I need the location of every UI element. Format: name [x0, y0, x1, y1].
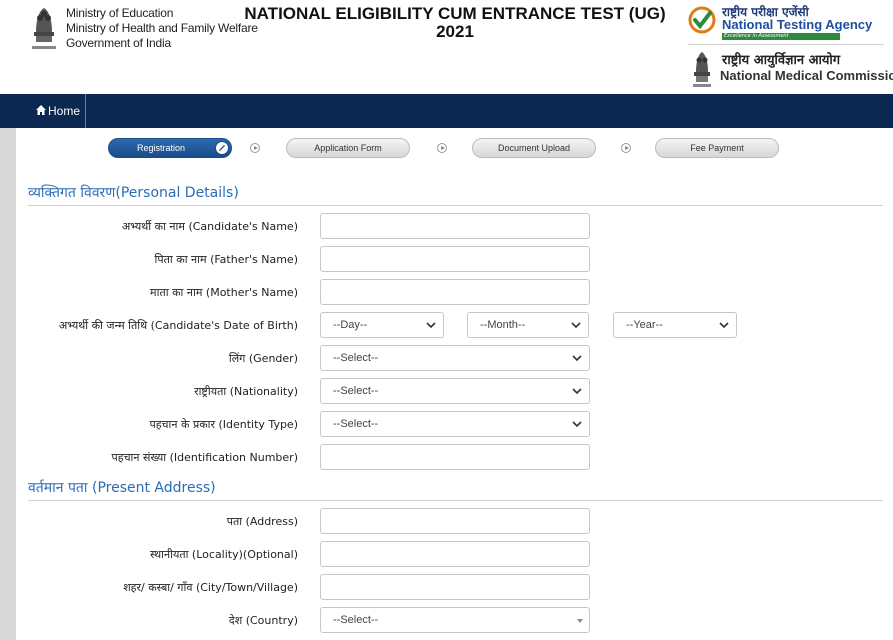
gender-select[interactable]: --Select--	[320, 345, 590, 371]
candidate-name-input[interactable]	[320, 213, 590, 239]
chevron-down-icon	[719, 322, 729, 329]
step-registration-label: Registration	[137, 143, 186, 153]
chevron-down-icon	[572, 421, 582, 428]
site-header: Ministry of Education Ministry of Health…	[0, 0, 893, 94]
dob-day-select[interactable]: --Day--	[320, 312, 444, 338]
arrow-right-icon	[437, 143, 447, 153]
address-input[interactable]	[320, 508, 590, 534]
nmc-name: National Medical Commission	[720, 68, 893, 83]
dob-year-value: --Year--	[626, 319, 663, 331]
father-name-label: पिता का नाम (Father's Name)	[154, 253, 298, 266]
address-label: पता (Address)	[226, 515, 298, 528]
personal-details-heading: व्यक्तिगत विवरण(Personal Details)	[28, 185, 239, 201]
identity-type-value: --Select--	[333, 418, 379, 430]
nav-home-link[interactable]: Home	[0, 94, 86, 128]
nationality-value: --Select--	[333, 385, 379, 397]
candidate-name-label: अभ्यर्थी का नाम (Candidate's Name)	[121, 220, 298, 233]
left-gutter	[0, 128, 16, 640]
identity-type-select[interactable]: --Select--	[320, 411, 590, 437]
arrow-right-icon	[621, 143, 631, 153]
page-title-line-1: NATIONAL ELIGIBILITY CUM ENTRANCE TEST (…	[244, 4, 666, 23]
country-label: देश (Country)	[228, 614, 298, 627]
nmc-hindi-name: राष्ट्रीय आयुर्विज्ञान आयोग	[722, 53, 841, 68]
dob-year-select[interactable]: --Year--	[613, 312, 737, 338]
city-input[interactable]	[320, 574, 590, 600]
father-name-input[interactable]	[320, 246, 590, 272]
identification-number-input[interactable]	[320, 444, 590, 470]
national-emblem-icon	[32, 8, 56, 49]
mother-name-label: माता का नाम (Mother's Name)	[150, 286, 298, 299]
dob-month-select[interactable]: --Month--	[467, 312, 589, 338]
country-select[interactable]: --Select--	[320, 607, 590, 633]
nta-tagline: Excellence in Assessment	[722, 33, 840, 40]
step-registration[interactable]: Registration	[108, 138, 232, 158]
present-address-heading: वर्तमान पता (Present Address)	[28, 480, 216, 496]
gender-value: --Select--	[333, 352, 379, 364]
chevron-down-icon	[426, 322, 436, 329]
chevron-down-icon	[572, 355, 582, 362]
step-application-form-label: Application Form	[314, 143, 382, 153]
step-fee-payment[interactable]: Fee Payment	[655, 138, 779, 158]
step-document-upload-label: Document Upload	[497, 143, 571, 153]
chevron-down-icon	[572, 388, 582, 395]
chevron-down-icon	[571, 322, 581, 329]
ministry-names: Ministry of Education Ministry of Health…	[66, 6, 258, 51]
locality-input[interactable]	[320, 541, 590, 567]
dob-label: अभ्यर्थी की जन्म तिथि (Candidate's Date …	[58, 319, 298, 332]
dob-month-value: --Month--	[480, 319, 526, 331]
section-divider	[28, 205, 883, 206]
identity-type-label: पहचान के प्रकार (Identity Type)	[149, 418, 298, 431]
ministry-line-1: Ministry of Education	[66, 6, 174, 20]
chevron-down-icon	[577, 619, 583, 623]
country-value: --Select--	[333, 614, 379, 626]
arrow-right-icon	[250, 143, 260, 153]
gender-label: लिंग (Gender)	[228, 352, 298, 365]
ministry-line-2: Ministry of Health and Family Welfare	[66, 21, 258, 35]
step-fee-payment-label: Fee Payment	[690, 143, 744, 153]
step-document-upload[interactable]: Document Upload	[472, 138, 596, 158]
nationality-select[interactable]: --Select--	[320, 378, 590, 404]
step-application-form[interactable]: Application Form	[286, 138, 410, 158]
identification-number-label: पहचान संख्या (Identification Number)	[111, 451, 298, 464]
header-divider	[688, 44, 884, 45]
mother-name-input[interactable]	[320, 279, 590, 305]
check-icon	[215, 141, 229, 155]
page-title-line-2: 2021	[436, 22, 474, 41]
navbar: Home	[0, 94, 893, 128]
dob-day-value: --Day--	[333, 319, 368, 331]
city-label: शहर/ कस्बा/ गाँव (City/Town/Village)	[123, 581, 298, 594]
nta-name: National Testing Agency	[722, 17, 873, 32]
home-icon	[36, 105, 46, 115]
nmc-emblem-icon	[693, 52, 711, 87]
nav-home-label: Home	[48, 104, 81, 118]
section-divider	[28, 500, 883, 501]
nta-logo-icon	[688, 6, 716, 34]
registration-form: Registration Application Form Document U…	[16, 128, 893, 640]
locality-label: स्थानीयता (Locality)(Optional)	[150, 548, 298, 561]
page-title: NATIONAL ELIGIBILITY CUM ENTRANCE TEST (…	[240, 5, 670, 41]
nationality-label: राष्ट्रीयता (Nationality)	[194, 385, 298, 398]
ministry-line-3: Government of India	[66, 36, 171, 50]
